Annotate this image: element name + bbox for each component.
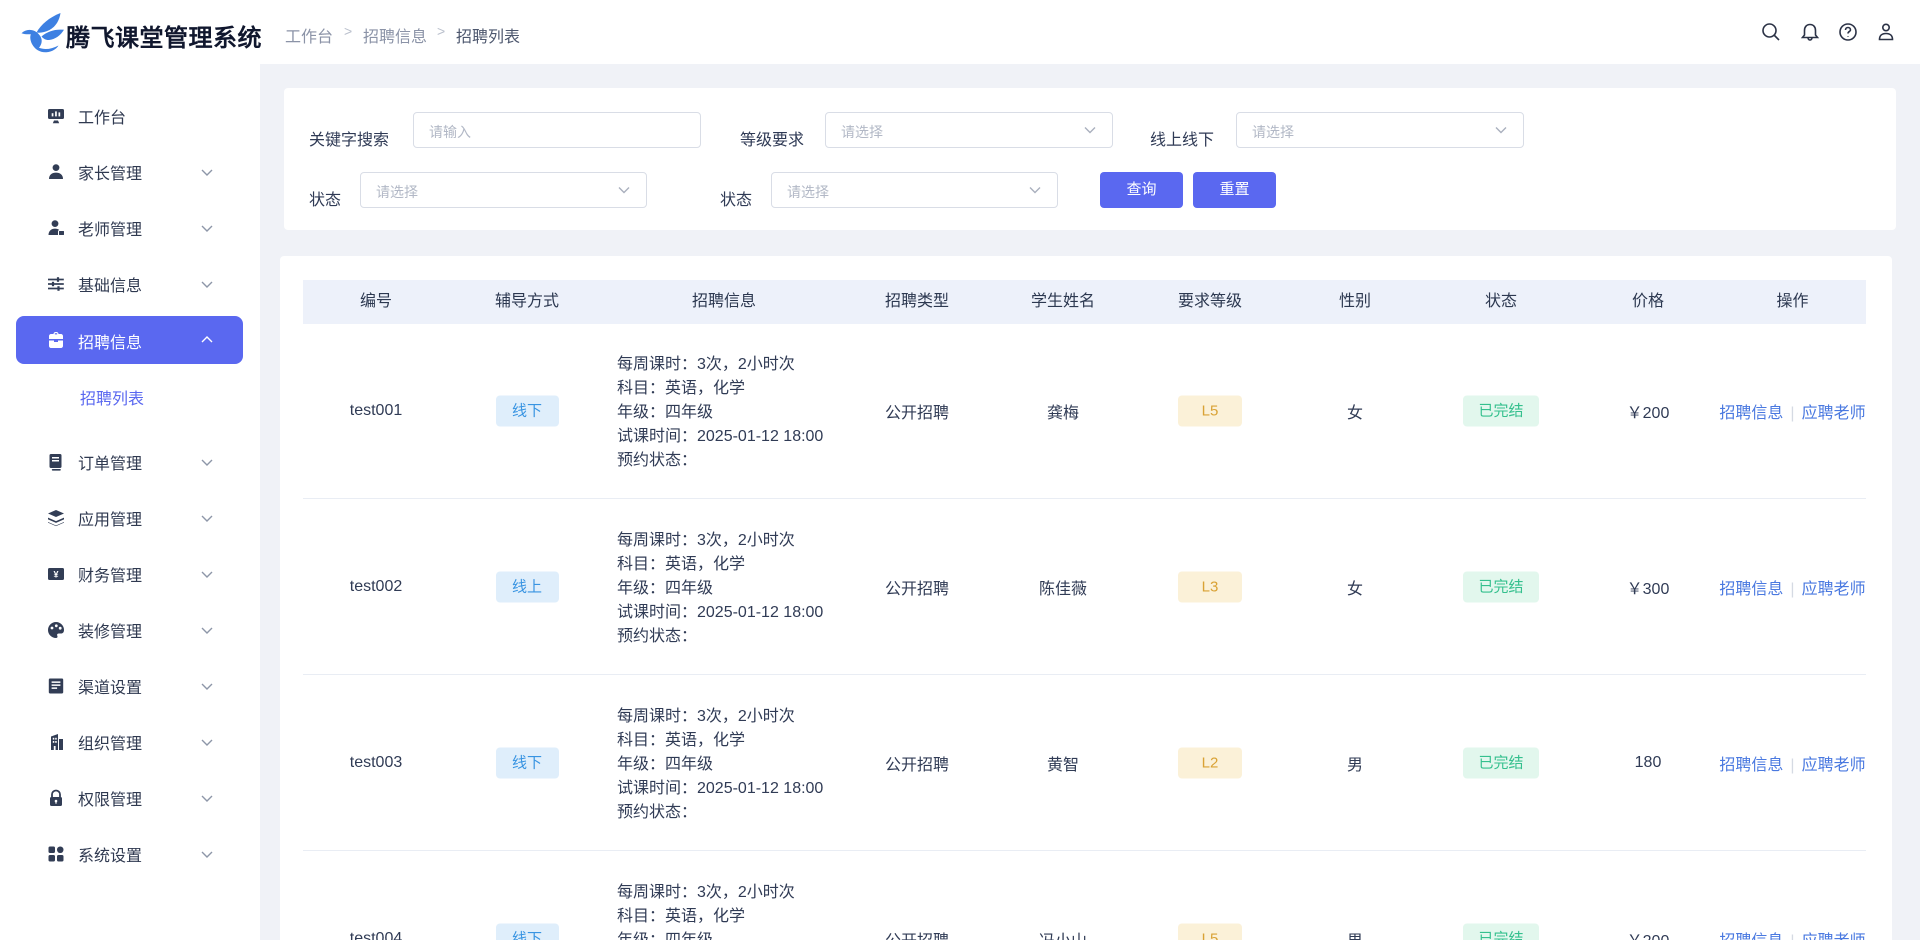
- svg-text:¥: ¥: [53, 570, 58, 580]
